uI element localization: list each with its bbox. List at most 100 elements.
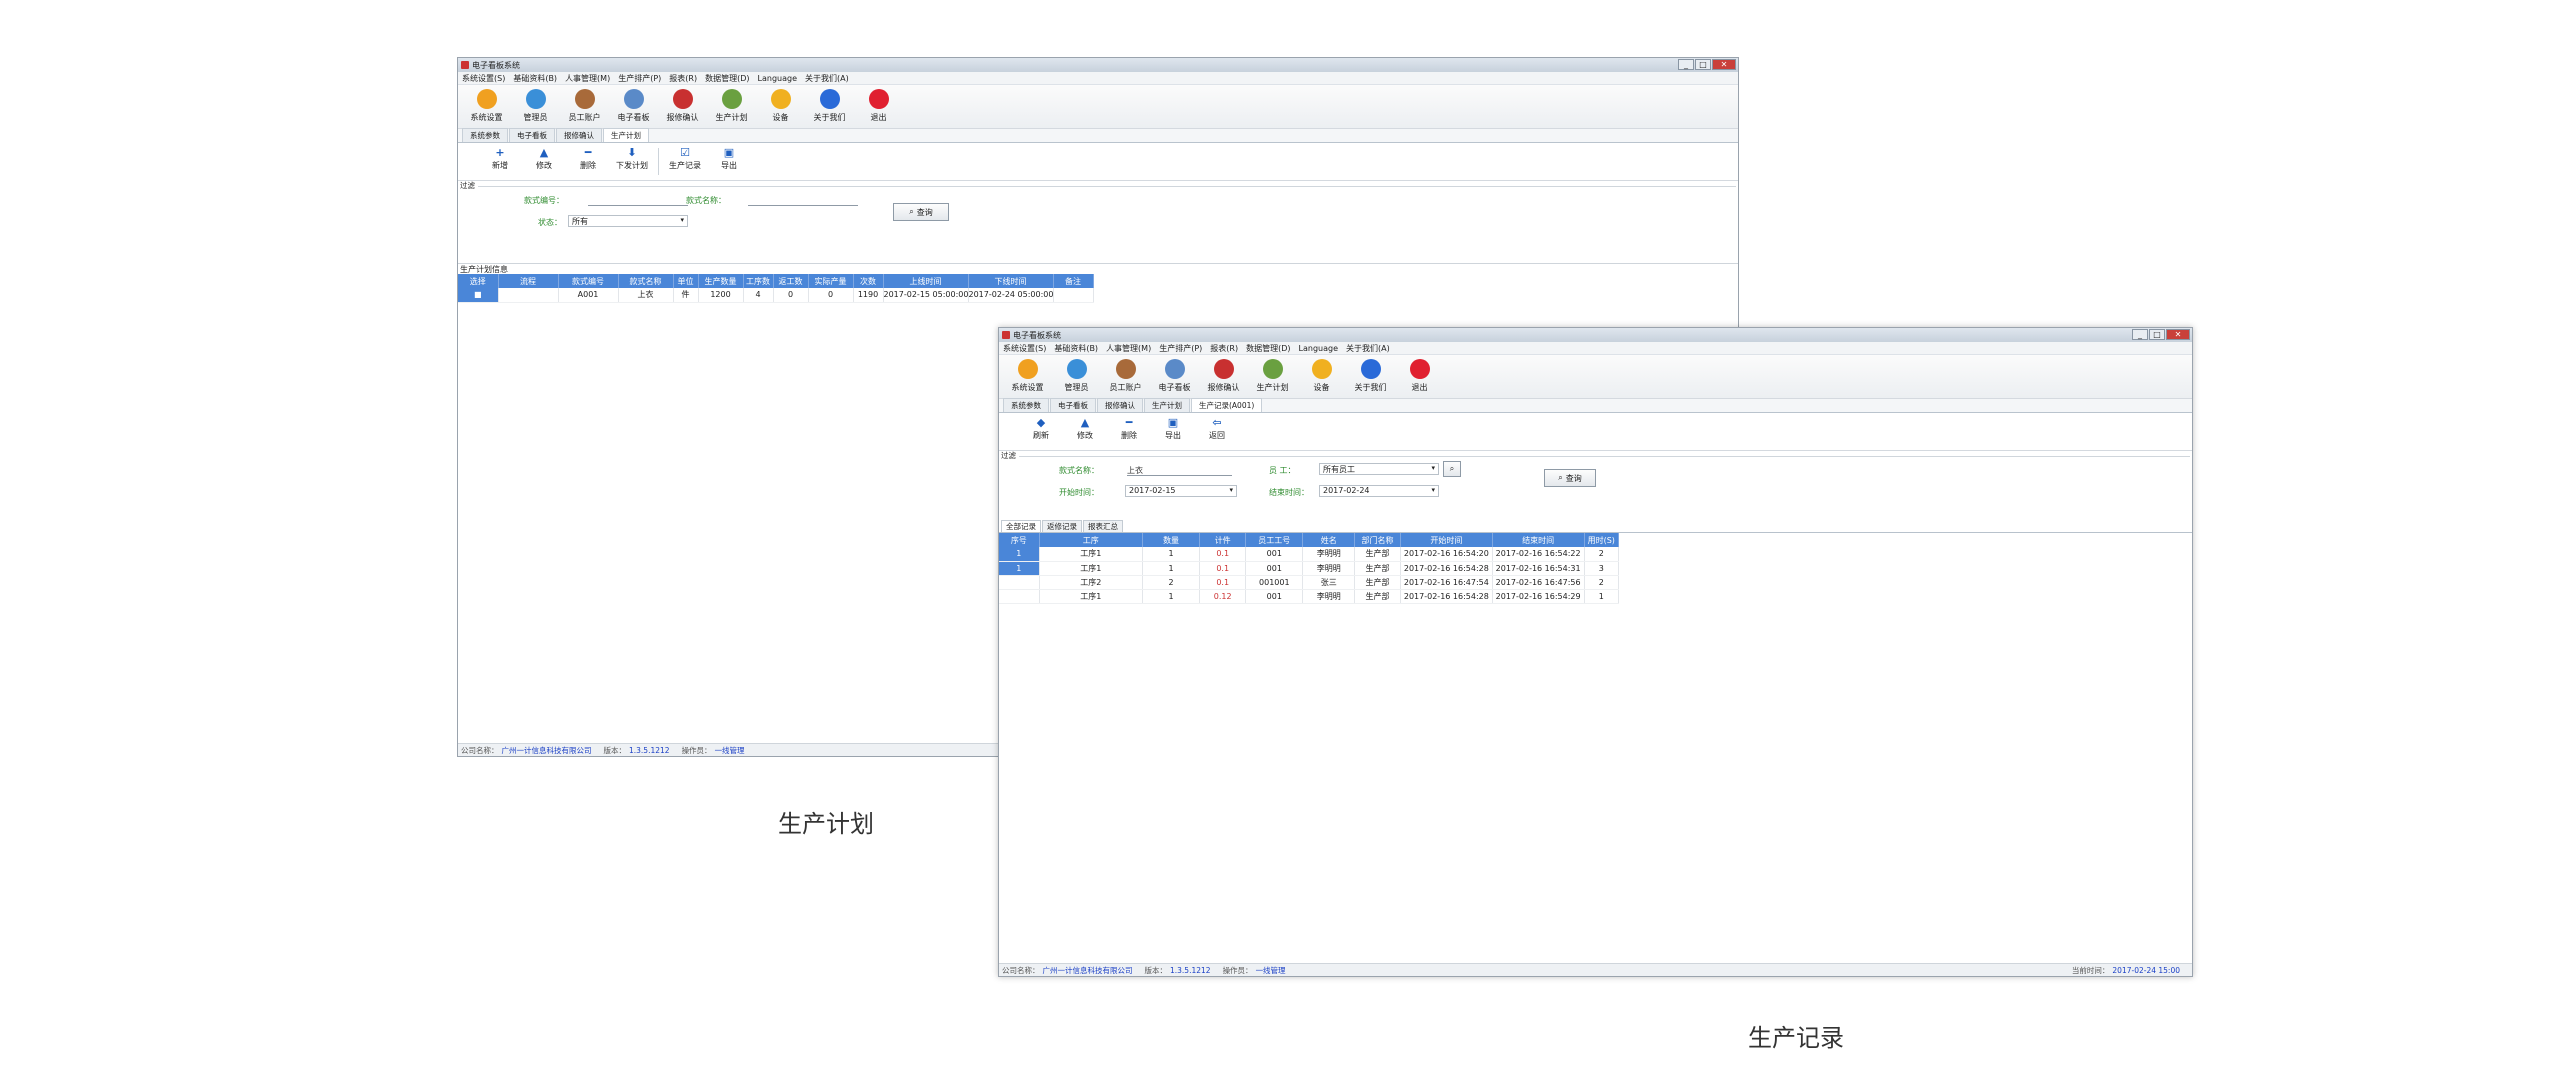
menu-basic-data[interactable]: 基础资料(B) bbox=[509, 73, 561, 84]
toolbar-button-exit[interactable]: 退出 bbox=[1395, 357, 1444, 393]
column-header[interactable]: 流程 bbox=[498, 274, 559, 288]
tab-repair[interactable]: 报修确认 bbox=[1097, 398, 1143, 412]
menu-about[interactable]: 关于我们(A) bbox=[1342, 343, 1394, 354]
style-name-input[interactable] bbox=[748, 195, 858, 206]
column-header[interactable]: 部门名称 bbox=[1354, 533, 1401, 547]
op-button-3[interactable]: ⬇ 下发计划 bbox=[610, 146, 654, 177]
menu-reports[interactable]: 报表(R) bbox=[665, 73, 701, 84]
column-header[interactable]: 开始时间 bbox=[1400, 533, 1493, 547]
tab-production-plan[interactable]: 生产计划 bbox=[1144, 398, 1190, 412]
column-header[interactable]: 姓名 bbox=[1302, 533, 1356, 547]
tab-rework-records[interactable]: 返修记录 bbox=[1042, 520, 1082, 532]
tab-repair[interactable]: 报修确认 bbox=[556, 128, 602, 142]
menu-production[interactable]: 生产排产(P) bbox=[614, 73, 665, 84]
menu-production[interactable]: 生产排产(P) bbox=[1155, 343, 1206, 354]
column-header[interactable]: 数量 bbox=[1142, 533, 1201, 547]
toolbar-button-monitor[interactable]: 电子看板 bbox=[609, 87, 658, 123]
query-button[interactable]: ⌕ 查询 bbox=[893, 203, 949, 221]
tab-report-summary[interactable]: 报表汇总 bbox=[1083, 520, 1123, 532]
op-button-0[interactable]: ◆ 刷新 bbox=[1019, 416, 1063, 447]
table-row[interactable]: 工序2 2 0.1 001001 张三 生产部 2017-02-16 16:47:54 201… bbox=[999, 575, 1620, 590]
tab-production-record[interactable]: 生产记录(A001) bbox=[1191, 398, 1263, 412]
maximize-button[interactable]: □ bbox=[2149, 329, 2165, 340]
op-button-2[interactable]: ━ 删除 bbox=[1107, 416, 1151, 447]
menu-data[interactable]: 数据管理(D) bbox=[701, 73, 753, 84]
menu-about[interactable]: 关于我们(A) bbox=[801, 73, 853, 84]
menu-language[interactable]: Language bbox=[1295, 344, 1342, 353]
table-row[interactable]: 工序1 1 0.12 001 李明明 生产部 2017-02-16 16:54:28 2017… bbox=[999, 589, 1620, 604]
maximize-button[interactable]: □ bbox=[1695, 59, 1711, 70]
close-button[interactable]: ✕ bbox=[1712, 59, 1736, 70]
toolbar-button-admin[interactable]: 管理员 bbox=[1052, 357, 1101, 393]
column-header[interactable]: 工序数 bbox=[743, 274, 774, 288]
op-button-3[interactable]: ▣ 导出 bbox=[1151, 416, 1195, 447]
menu-hr[interactable]: 人事管理(M) bbox=[561, 73, 614, 84]
column-header[interactable]: 选择 bbox=[458, 274, 499, 288]
start-date-picker[interactable]: 2017-02-15 bbox=[1125, 485, 1237, 497]
column-header[interactable]: 序号 bbox=[999, 533, 1040, 547]
toolbar-button-device[interactable]: 设备 bbox=[756, 87, 805, 123]
column-header[interactable]: 实际产量 bbox=[808, 274, 854, 288]
column-header[interactable]: 计件 bbox=[1199, 533, 1247, 547]
toolbar-button-info[interactable]: 关于我们 bbox=[1346, 357, 1395, 393]
toolbar-button-settings[interactable]: 系统设置 bbox=[462, 87, 511, 123]
toolbar-button-admin[interactable]: 管理员 bbox=[511, 87, 560, 123]
column-header[interactable]: 备注 bbox=[1053, 274, 1094, 288]
status-select[interactable]: 所有 bbox=[568, 215, 688, 227]
column-header[interactable]: 款式编号 bbox=[558, 274, 619, 288]
toolbar-button-plan[interactable]: 生产计划 bbox=[1248, 357, 1297, 393]
tab-dashboard[interactable]: 电子看板 bbox=[509, 128, 555, 142]
op-button-4[interactable]: ☑ 生产记录 bbox=[663, 146, 707, 177]
menu-system[interactable]: 系统设置(S) bbox=[999, 343, 1050, 354]
op-button-5[interactable]: ▣ 导出 bbox=[707, 146, 751, 177]
column-header[interactable]: 结束时间 bbox=[1492, 533, 1585, 547]
tab-all-records[interactable]: 全部记录 bbox=[1001, 520, 1041, 532]
minimize-button[interactable]: _ bbox=[2132, 329, 2148, 340]
menu-system[interactable]: 系统设置(S) bbox=[458, 73, 509, 84]
op-button-2[interactable]: ━ 删除 bbox=[566, 146, 610, 177]
column-header[interactable]: 款式名称 bbox=[618, 274, 674, 288]
menu-language[interactable]: Language bbox=[754, 74, 801, 83]
menu-reports[interactable]: 报表(R) bbox=[1206, 343, 1242, 354]
toolbar-button-monitor[interactable]: 电子看板 bbox=[1150, 357, 1199, 393]
toolbar-button-device[interactable]: 设备 bbox=[1297, 357, 1346, 393]
column-header[interactable]: 单位 bbox=[673, 274, 699, 288]
op-button-0[interactable]: + 新增 bbox=[478, 146, 522, 177]
column-header[interactable]: 下线时间 bbox=[968, 274, 1054, 288]
menu-data[interactable]: 数据管理(D) bbox=[1242, 343, 1294, 354]
toolbar-button-employees[interactable]: 员工账户 bbox=[560, 87, 609, 123]
employee-search-button[interactable]: ⌕ bbox=[1443, 461, 1461, 477]
column-header[interactable]: 次数 bbox=[853, 274, 884, 288]
column-header[interactable]: 员工工号 bbox=[1245, 533, 1304, 547]
close-button[interactable]: ✕ bbox=[2166, 329, 2190, 340]
toolbar-button-settings[interactable]: 系统设置 bbox=[1003, 357, 1052, 393]
toolbar-button-exit[interactable]: 退出 bbox=[854, 87, 903, 123]
column-header[interactable]: 生产数量 bbox=[698, 274, 744, 288]
tab-system-params[interactable]: 系统参数 bbox=[1003, 398, 1049, 412]
toolbar-button-employees[interactable]: 员工账户 bbox=[1101, 357, 1150, 393]
end-date-picker[interactable]: 2017-02-24 bbox=[1319, 485, 1439, 497]
tab-dashboard[interactable]: 电子看板 bbox=[1050, 398, 1096, 412]
tab-system-params[interactable]: 系统参数 bbox=[462, 128, 508, 142]
op-button-1[interactable]: ▲ 修改 bbox=[1063, 416, 1107, 447]
column-header[interactable]: 返工数 bbox=[773, 274, 809, 288]
toolbar-button-info[interactable]: 关于我们 bbox=[805, 87, 854, 123]
query-button[interactable]: ⌕ 查询 bbox=[1544, 469, 1596, 487]
op-button-4[interactable]: ⇦ 返回 bbox=[1195, 416, 1239, 447]
minimize-button[interactable]: _ bbox=[1678, 59, 1694, 70]
toolbar-button-plan[interactable]: 生产计划 bbox=[707, 87, 756, 123]
style-no-input[interactable] bbox=[588, 195, 688, 206]
menu-hr[interactable]: 人事管理(M) bbox=[1102, 343, 1155, 354]
toolbar-button-repair[interactable]: 报修确认 bbox=[1199, 357, 1248, 393]
table-row[interactable]: 1 工序1 1 0.1 001 李明明 生产部 2017-02-16 16:54:28 2017… bbox=[999, 561, 1620, 576]
toolbar-button-repair[interactable]: 报修确认 bbox=[658, 87, 707, 123]
style-input[interactable]: 上衣 bbox=[1127, 465, 1232, 476]
column-header[interactable]: 用时(S) bbox=[1584, 533, 1620, 547]
menu-basic-data[interactable]: 基础资料(B) bbox=[1050, 343, 1102, 354]
tab-production-plan[interactable]: 生产计划 bbox=[603, 128, 649, 142]
table-row[interactable]: ■ A001 上衣件 1200 4 0 0 1190 2017-02-15 05:00:00 20… bbox=[458, 288, 1094, 303]
op-button-1[interactable]: ▲ 修改 bbox=[522, 146, 566, 177]
column-header[interactable]: 上线时间 bbox=[883, 274, 969, 288]
column-header[interactable]: 工序 bbox=[1039, 533, 1143, 547]
employee-select[interactable]: 所有员工 bbox=[1319, 463, 1439, 475]
